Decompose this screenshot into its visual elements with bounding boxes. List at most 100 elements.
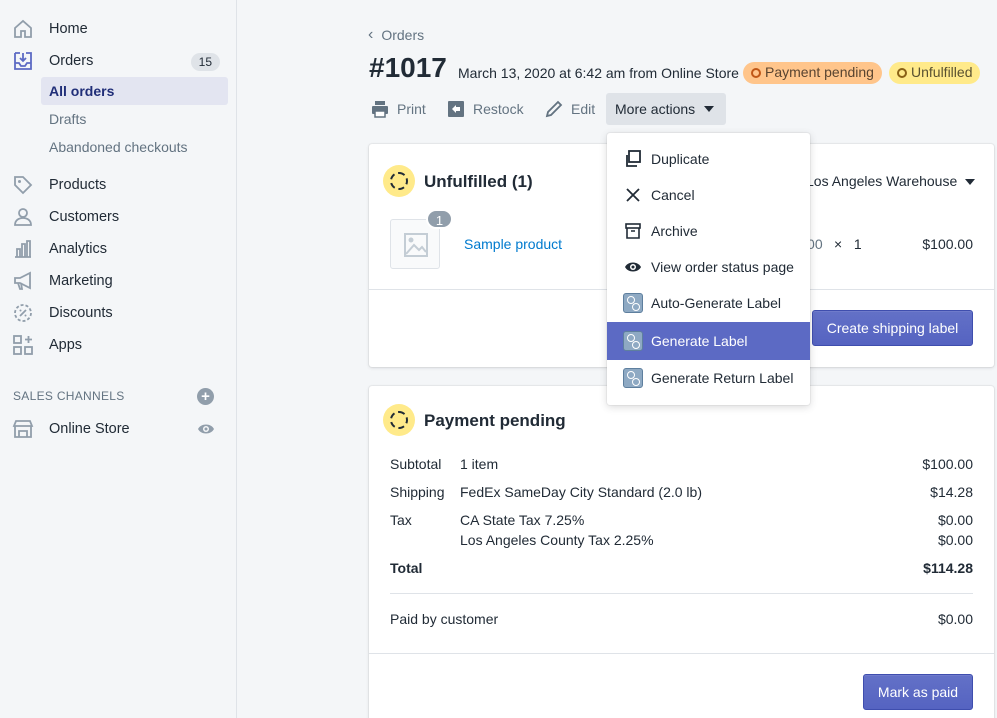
unfulfilled-status-icon — [383, 165, 415, 197]
breadcrumb[interactable]: ‹ Orders — [368, 26, 424, 44]
nav-discounts[interactable]: Discounts — [0, 297, 236, 329]
nav-marketing[interactable]: Marketing — [0, 265, 236, 297]
nav-customers[interactable]: Customers — [0, 201, 236, 233]
mark-as-paid-button[interactable]: Mark as paid — [863, 674, 973, 710]
nav-analytics-label: Analytics — [49, 241, 108, 257]
eye-icon[interactable] — [197, 422, 215, 436]
payment-title: Payment pending — [424, 411, 566, 430]
menu-item-archive[interactable]: Archive — [607, 213, 810, 249]
total-value: $114.28 — [923, 560, 973, 576]
archive-icon — [625, 223, 641, 239]
subnav-abandoned-checkouts[interactable]: Abandoned checkouts — [41, 133, 228, 161]
tax-label: Tax — [390, 512, 412, 528]
line-total: $100.00 — [922, 236, 973, 252]
add-sales-channel-icon[interactable]: + — [197, 388, 214, 405]
restock-icon — [448, 101, 464, 117]
more-actions-button[interactable]: More actions — [606, 93, 726, 125]
menu-item-auto-generate-label-text: Auto-Generate Label — [651, 295, 781, 311]
quantity-value: 1 — [853, 236, 862, 252]
payment-card: Payment pending Subtotal 1 item $100.00 … — [369, 386, 994, 718]
apps-icon — [13, 335, 33, 355]
caret-down-icon — [704, 106, 714, 112]
caret-down-icon — [965, 179, 976, 186]
nav-orders-label: Orders — [49, 53, 94, 69]
sales-channels-title: SALES CHANNELS — [13, 389, 125, 403]
nav-discounts-label: Discounts — [49, 305, 113, 321]
store-icon — [12, 420, 34, 438]
subnav-all-orders[interactable]: All orders — [41, 77, 228, 105]
shipping-value: $14.28 — [930, 484, 973, 500]
nav-products-label: Products — [49, 177, 107, 193]
paid-by-customer-value: $0.00 — [937, 611, 973, 627]
divider — [369, 653, 994, 654]
app-icon — [623, 293, 643, 313]
subnav-all-orders-label: All orders — [49, 83, 115, 99]
tag-icon — [14, 176, 33, 195]
menu-item-generate-label[interactable]: Generate Label — [607, 322, 810, 360]
menu-item-generate-label-text: Generate Label — [651, 333, 748, 349]
app-icon — [623, 368, 643, 388]
sidebar: Home Orders 15 All orders Drafts Abandon… — [0, 0, 237, 718]
subnav-drafts[interactable]: Drafts — [41, 105, 228, 133]
line-quantity: × 1 — [834, 236, 862, 252]
product-link[interactable]: Sample product — [464, 236, 562, 252]
duplicate-icon — [626, 150, 641, 167]
restock-button[interactable]: Restock — [447, 100, 524, 118]
home-icon — [14, 19, 32, 38]
nav-apps[interactable]: Apps — [0, 329, 236, 361]
total-label: Total — [390, 560, 423, 576]
nav-products[interactable]: Products — [0, 169, 236, 201]
payment-status-badge: Payment pending — [743, 62, 882, 84]
order-meta: March 13, 2020 at 6:42 am from Online St… — [458, 65, 739, 81]
menu-item-duplicate[interactable]: Duplicate — [607, 141, 810, 177]
divider — [390, 593, 973, 594]
app-icon — [623, 331, 643, 351]
menu-item-view-status-label: View order status page — [651, 259, 794, 275]
subtotal-label: Subtotal — [390, 456, 442, 472]
payment-status-dot-icon — [751, 68, 761, 78]
close-icon — [626, 188, 640, 202]
nav-online-store-label: Online Store — [49, 421, 130, 437]
restock-label: Restock — [473, 101, 524, 117]
fulfillment-status-dot-icon — [897, 68, 907, 78]
payment-status-label: Payment pending — [765, 64, 874, 80]
subnav-drafts-label: Drafts — [49, 111, 87, 127]
menu-item-view-status[interactable]: View order status page — [607, 249, 810, 285]
times-sign: × — [834, 236, 843, 252]
more-actions-menu: Duplicate Cancel Archive View order stat… — [607, 133, 810, 405]
subtotal-value: $100.00 — [922, 456, 973, 472]
county-tax-desc: Los Angeles County Tax 2.25% — [460, 532, 654, 548]
edit-button[interactable]: Edit — [545, 100, 595, 118]
menu-item-generate-return-label[interactable]: Generate Return Label — [607, 360, 810, 396]
menu-item-duplicate-label: Duplicate — [651, 151, 710, 167]
menu-item-cancel[interactable]: Cancel — [607, 177, 810, 213]
orders-icon — [14, 52, 32, 70]
page-title: #1017 — [369, 52, 447, 83]
create-shipping-label-button[interactable]: Create shipping label — [812, 310, 973, 346]
nav-apps-label: Apps — [49, 337, 83, 353]
state-tax-desc: CA State Tax 7.25% — [460, 512, 585, 528]
payment-status-icon — [383, 404, 415, 436]
nav-orders[interactable]: Orders 15 — [0, 45, 236, 77]
orders-count-badge: 15 — [190, 53, 220, 71]
fulfillment-status-label: Unfulfilled — [911, 64, 973, 80]
paid-by-customer-label: Paid by customer — [390, 611, 499, 627]
state-tax-value: $0.00 — [937, 512, 973, 528]
megaphone-icon — [14, 271, 31, 290]
subtotal-desc: 1 item — [460, 456, 499, 472]
nav-home-label: Home — [49, 21, 88, 37]
breadcrumb-orders[interactable]: Orders — [381, 27, 424, 43]
shipping-label: Shipping — [390, 484, 445, 500]
print-label: Print — [397, 101, 426, 117]
pencil-icon — [545, 100, 563, 118]
location-select[interactable]: Los Angeles Warehouse — [806, 173, 976, 189]
print-button[interactable]: Print — [371, 100, 426, 118]
menu-item-auto-generate-label[interactable]: Auto-Generate Label — [607, 285, 810, 321]
shipping-desc: FedEx SameDay City Standard (2.0 lb) — [460, 484, 702, 500]
location-label: Los Angeles Warehouse — [806, 173, 958, 189]
menu-item-cancel-label: Cancel — [651, 187, 695, 203]
menu-item-generate-return-label-text: Generate Return Label — [651, 370, 794, 386]
nav-home[interactable]: Home — [0, 13, 236, 45]
unfulfilled-title: Unfulfilled (1) — [424, 172, 533, 191]
nav-analytics[interactable]: Analytics — [0, 233, 236, 265]
